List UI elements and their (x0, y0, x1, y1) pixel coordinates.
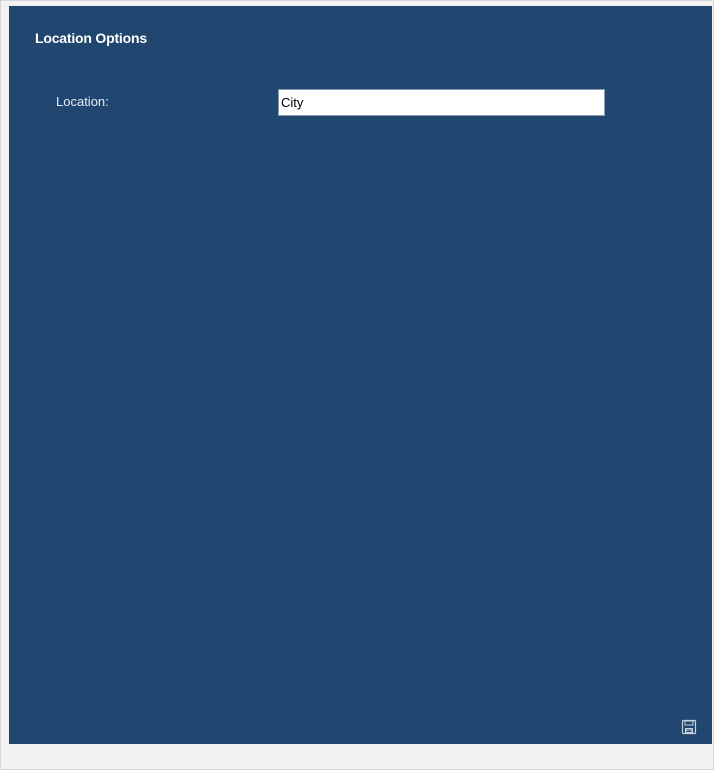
location-input[interactable] (278, 89, 605, 116)
floppy-disk-icon (681, 719, 697, 735)
save-button[interactable] (680, 718, 698, 736)
window-frame: Location Options Location: (0, 0, 714, 770)
location-label: Location: (56, 94, 109, 109)
panel-title: Location Options (35, 30, 147, 46)
location-options-panel: Location Options Location: (9, 6, 712, 744)
